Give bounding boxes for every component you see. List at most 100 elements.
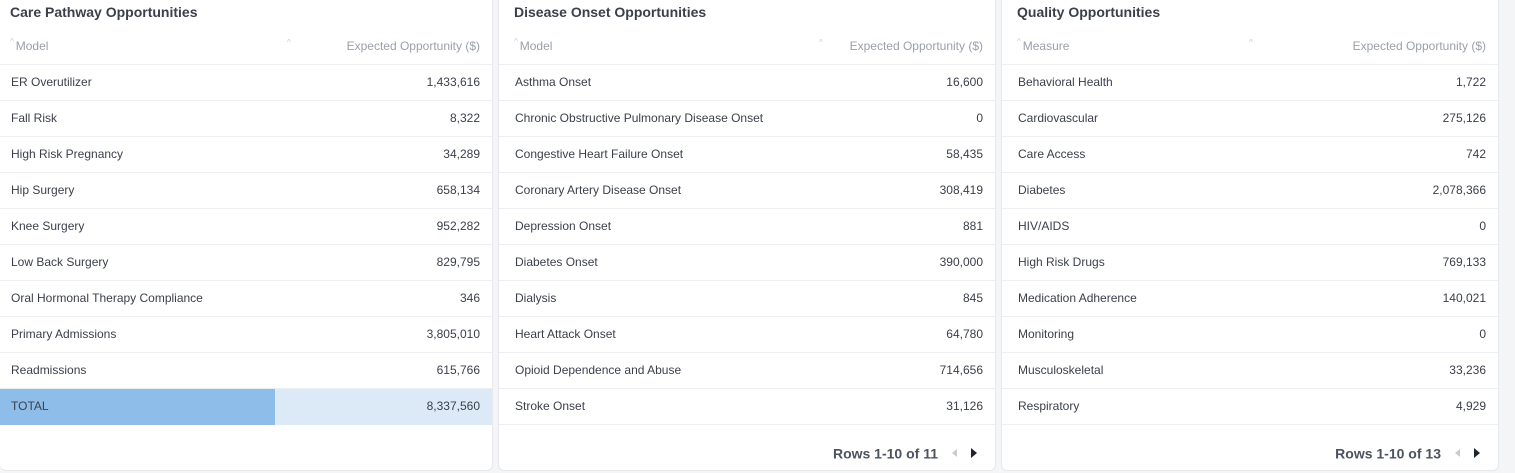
row-value: 4,929 [1455, 399, 1486, 413]
table-row[interactable]: Asthma Onset 16,600 [499, 65, 995, 101]
row-value: 16,600 [946, 75, 983, 89]
row-value: 33,236 [1449, 363, 1486, 377]
column-header-expected-opportunity[interactable]: Expected Opportunity ($) [347, 28, 480, 64]
column-header-expected-opportunity[interactable]: Expected Opportunity ($) [1353, 28, 1486, 64]
table-row[interactable]: Stroke Onset 31,126 [499, 389, 995, 425]
row-value: 714,656 [939, 363, 983, 377]
card-title[interactable]: Quality Opportunities [1017, 3, 1160, 21]
row-name: HIV/AIDS [1018, 219, 1070, 233]
table-row[interactable]: Congestive Heart Failure Onset 58,435 [499, 137, 995, 173]
row-value: 742 [1465, 147, 1486, 161]
previous-page-icon[interactable] [1455, 449, 1460, 458]
row-name: Primary Admissions [11, 327, 117, 341]
row-name: Heart Attack Onset [515, 327, 616, 341]
row-name: High Risk Pregnancy [11, 147, 124, 161]
care-pathway-rows: ER Overutilizer 1,433,616 Fall Risk 8,322 Hi… [0, 65, 492, 389]
row-value: 952,282 [436, 219, 480, 233]
sort-arrow-icon[interactable]: ^ [287, 28, 291, 64]
table-row[interactable]: Readmissions 615,766 [0, 353, 492, 389]
row-name: Monitoring [1018, 327, 1075, 341]
row-value: 829,795 [436, 255, 480, 269]
row-name: Care Access [1018, 147, 1086, 161]
row-name: Stroke Onset [515, 399, 586, 413]
table-row[interactable]: Cardiovascular 275,126 [1002, 101, 1498, 137]
row-name: Depression Onset [515, 219, 612, 233]
table-row[interactable]: Heart Attack Onset 64,780 [499, 317, 995, 353]
total-row: TOTAL 8,337,560 [0, 389, 492, 425]
next-page-icon[interactable] [971, 448, 977, 459]
table-row[interactable]: Primary Admissions 3,805,010 [0, 317, 492, 353]
row-value: 0 [976, 111, 983, 125]
table-row[interactable]: Low Back Surgery 829,795 [0, 245, 492, 281]
table-row[interactable]: Behavioral Health 1,722 [1002, 65, 1498, 101]
column-header-label: Model [15, 39, 49, 53]
column-header-expected-opportunity[interactable]: Expected Opportunity ($) [850, 28, 983, 64]
row-value: 2,078,366 [1432, 183, 1486, 197]
previous-page-icon[interactable] [952, 449, 957, 458]
table-row[interactable]: Knee Surgery 952,282 [0, 209, 492, 245]
row-value: 769,133 [1442, 255, 1486, 269]
row-name: Coronary Artery Disease Onset [515, 183, 682, 197]
row-value: 58,435 [946, 147, 983, 161]
row-value: 8,322 [449, 111, 480, 125]
table-row[interactable]: Fall Risk 8,322 [0, 101, 492, 137]
row-value: 64,780 [946, 327, 983, 341]
sort-arrow-icon[interactable]: ^ [819, 28, 823, 64]
row-name: Fall Risk [11, 111, 58, 125]
table-row[interactable]: Dialysis 845 [499, 281, 995, 317]
card-title[interactable]: Disease Onset Opportunities [514, 3, 706, 21]
care-pathway-table: ^ Model ^ Expected Opportunity ($) ER Ove… [0, 28, 492, 425]
sort-arrow-icon[interactable]: ^ [1249, 28, 1253, 64]
next-page-icon[interactable] [1474, 448, 1480, 459]
table-row[interactable]: Medication Adherence 140,021 [1002, 281, 1498, 317]
column-header-label: Model [519, 39, 553, 53]
table-row[interactable]: Depression Onset 881 [499, 209, 995, 245]
row-value: 881 [962, 219, 983, 233]
row-value: 275,126 [1442, 111, 1486, 125]
row-name: Congestive Heart Failure Onset [515, 147, 684, 161]
total-label: TOTAL [11, 399, 49, 413]
column-header-label: Measure [1022, 39, 1070, 53]
row-name: Musculoskeletal [1018, 363, 1104, 377]
table-row[interactable]: Diabetes 2,078,366 [1002, 173, 1498, 209]
care-pathway-card: Care Pathway Opportunities ^ Model ^ Expe… [0, 0, 493, 471]
table-row[interactable]: Oral Hormonal Therapy Compliance 346 [0, 281, 492, 317]
row-value: 140,021 [1442, 291, 1486, 305]
column-header-model[interactable]: ^ Model [10, 28, 48, 64]
card-title[interactable]: Care Pathway Opportunities [10, 3, 197, 21]
table-row[interactable]: Opioid Dependence and Abuse 714,656 [499, 353, 995, 389]
row-value: 0 [1479, 219, 1486, 233]
sort-arrow-icon: ^ [10, 37, 14, 46]
table-row[interactable]: Respiratory 4,929 [1002, 389, 1498, 425]
row-value: 1,433,616 [426, 75, 480, 89]
row-value: 308,419 [939, 183, 983, 197]
table-row[interactable]: ER Overutilizer 1,433,616 [0, 65, 492, 101]
row-value: 0 [1479, 327, 1486, 341]
table-row[interactable]: Monitoring 0 [1002, 317, 1498, 353]
table-row[interactable]: Diabetes Onset 390,000 [499, 245, 995, 281]
table-row[interactable]: HIV/AIDS 0 [1002, 209, 1498, 245]
column-header-measure[interactable]: ^ Measure [1017, 28, 1069, 64]
row-name: Diabetes [1018, 183, 1066, 197]
column-header-model[interactable]: ^ Model [514, 28, 552, 64]
row-value: 31,126 [946, 399, 983, 413]
row-value: 615,766 [436, 363, 480, 377]
row-value: 390,000 [939, 255, 983, 269]
table-row[interactable]: Coronary Artery Disease Onset 308,419 [499, 173, 995, 209]
table-row[interactable]: Care Access 742 [1002, 137, 1498, 173]
table-row[interactable]: Hip Surgery 658,134 [0, 173, 492, 209]
row-name: Cardiovascular [1018, 111, 1099, 125]
table-row[interactable]: Chronic Obstructive Pulmonary Disease On… [499, 101, 995, 137]
table-row[interactable]: High Risk Pregnancy 34,289 [0, 137, 492, 173]
quality-rows: Behavioral Health 1,722 Cardiovascular 275,… [1002, 65, 1498, 425]
row-name: Opioid Dependence and Abuse [515, 363, 682, 377]
table-row[interactable]: Musculoskeletal 33,236 [1002, 353, 1498, 389]
quality-card: Quality Opportunities ^ Measure ^ Expecte… [1001, 0, 1499, 471]
disease-onset-rows: Asthma Onset 16,600 Chronic Obstructive Pu… [499, 65, 995, 425]
pagination-label: Rows 1-10 of 11 [832, 445, 938, 462]
table-row[interactable]: High Risk Drugs 769,133 [1002, 245, 1498, 281]
row-name: High Risk Drugs [1018, 255, 1105, 269]
row-name: Diabetes Onset [515, 255, 598, 269]
row-value: 658,134 [436, 183, 480, 197]
row-name: ER Overutilizer [11, 75, 92, 89]
